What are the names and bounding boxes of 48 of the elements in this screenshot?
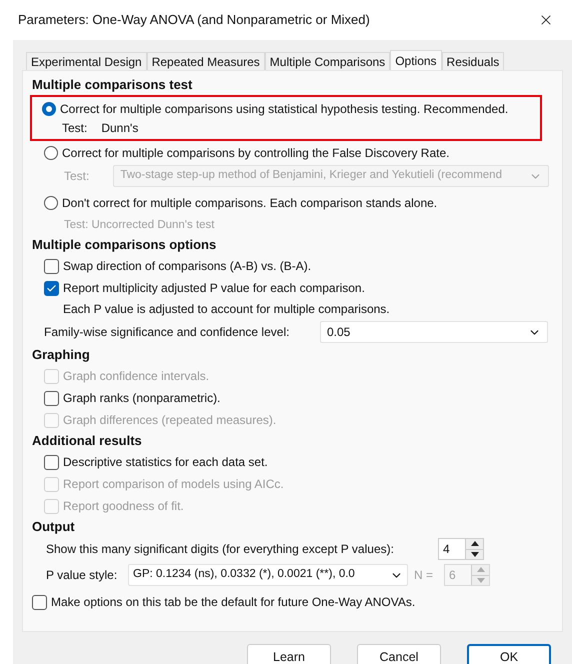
test-label: Test:: [64, 168, 90, 185]
level-select[interactable]: 0.05: [320, 321, 548, 343]
test-note: Test: Uncorrected Dunn's test: [63, 218, 216, 233]
radio-button[interactable]: [42, 102, 56, 116]
section-heading: Additional results: [32, 432, 143, 450]
p-value-style-select[interactable]: GP: 0.1234 (ns), 0.0332 (*), 0.0021 (**), 0.0: [128, 564, 408, 586]
dialog-button[interactable]: Learn: [247, 644, 331, 664]
option-label: Graph confidence intervals.: [63, 368, 210, 385]
option-label: Descriptive statistics for each data set.: [63, 454, 268, 471]
field-label: Family-wise significance and confidence level:: [44, 324, 290, 341]
option-label: Graph ranks (nonparametric).: [63, 390, 220, 407]
option-label: Report goodness of fit.: [63, 498, 184, 515]
option-label: Report multiplicity adjusted P value for each comparison.: [63, 280, 365, 297]
tab[interactable]: Residuals: [442, 52, 504, 70]
section-heading: Output: [32, 518, 76, 536]
n-label: N =: [414, 567, 434, 584]
checkbox[interactable]: [44, 454, 59, 470]
window-title: Parameters: One-Way ANOVA (and Nonparametric or Mixed): [18, 11, 371, 30]
radio-button[interactable]: [44, 196, 58, 210]
test-label: Test:: [62, 120, 88, 137]
dialog-button[interactable]: OK: [467, 644, 551, 664]
dialog-button[interactable]: Cancel: [357, 644, 441, 664]
down-arrow-icon[interactable]: [466, 548, 483, 559]
section-heading: Graphing: [32, 346, 91, 364]
option-label: Correct for multiple comparisons by controlling the False Discovery Rate.: [62, 145, 450, 162]
checkbox[interactable]: [44, 280, 59, 296]
option-label: Swap direction of comparisons (A-B) vs. (B-A).: [63, 258, 312, 275]
tab[interactable]: Multiple Comparisons: [264, 52, 390, 70]
tab[interactable]: Experimental Design: [26, 52, 147, 70]
section-heading: Multiple comparisons test: [32, 76, 194, 94]
option-label: Graph differences (repeated measures).: [63, 412, 276, 429]
option-label: Correct for multiple comparisons using statistical hypothesis testing. Recommended.: [60, 101, 508, 118]
option-label: Don't correct for multiple comparisons. Each comparison stands alone.: [62, 195, 438, 212]
option-note: Each P value is adjusted to account for multiple comparisons.: [62, 301, 391, 318]
checkbox[interactable]: [44, 258, 59, 274]
option-label: Make options on this tab be the default for future One-Way ANOVAs.: [51, 594, 416, 611]
radio-button[interactable]: [44, 146, 58, 160]
checkbox[interactable]: [44, 390, 59, 406]
tab[interactable]: Options: [390, 50, 442, 70]
section-heading: Multiple comparisons options: [32, 236, 218, 254]
field-label: P value style:: [46, 567, 118, 584]
test-value: Dunn's: [101, 120, 138, 137]
check-icon: [46, 282, 57, 294]
checkbox[interactable]: [32, 594, 47, 610]
number-spinner[interactable]: 4: [438, 538, 484, 560]
tab[interactable]: Repeated Measures: [146, 52, 265, 70]
field-label: Show this many significant digits (for everything except P values):: [46, 541, 395, 558]
option-label: Report comparison of models using AICc.: [63, 476, 284, 493]
